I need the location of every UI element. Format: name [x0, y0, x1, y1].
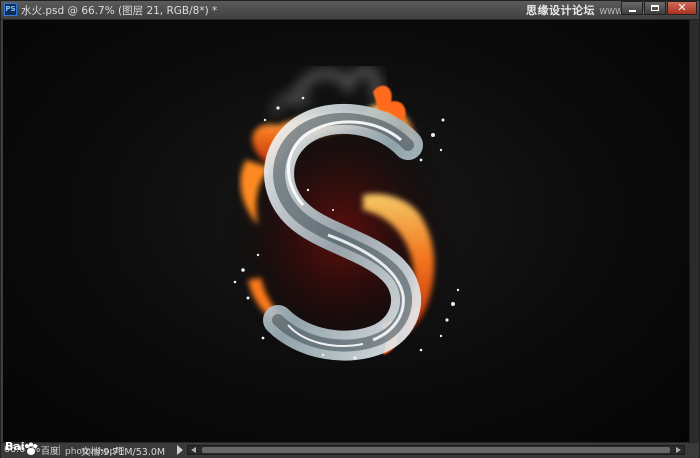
maximize-button[interactable]: [644, 1, 666, 15]
document-size-info: 文档:9.71M/53.0M: [81, 447, 166, 458]
document-title-bar[interactable]: PS 水火.psd @ 66.7% (图层 21, RGB/8*) * 思缘设计…: [1, 1, 699, 20]
window-controls: ✕: [621, 1, 697, 15]
water-fire-s-artwork: [221, 65, 461, 370]
close-button[interactable]: ✕: [667, 1, 697, 15]
horizontal-scroll-thumb[interactable]: [202, 447, 670, 453]
photoshop-document-window: PS 水火.psd @ 66.7% (图层 21, RGB/8*) * 思缘设计…: [0, 0, 700, 458]
horizontal-scrollbar[interactable]: [187, 445, 685, 455]
vertical-scrollbar[interactable]: [689, 20, 699, 442]
photoshop-app-icon: PS: [4, 3, 17, 16]
baidu-paw-icon: [25, 442, 37, 455]
minimize-icon: [629, 10, 636, 12]
baidu-suffix: 百度: [41, 447, 60, 457]
status-bar: 66.67% Bai 百度 photo.shop吧 文档:9.71M/53.0M: [1, 440, 699, 458]
document-title: 水火.psd @ 66.7% (图层 21, RGB/8*) *: [21, 5, 218, 17]
scroll-right-arrow-icon[interactable]: [676, 447, 681, 453]
document-canvas[interactable]: [3, 20, 689, 442]
close-icon: ✕: [677, 1, 687, 14]
status-separator: [59, 445, 60, 455]
minimize-button[interactable]: [621, 1, 643, 15]
baidu-logo: Bai: [5, 440, 25, 453]
maximize-icon: [651, 5, 659, 11]
status-menu-arrow-icon[interactable]: [177, 445, 183, 455]
scroll-left-arrow-icon[interactable]: [191, 447, 196, 453]
watermark-text: 思缘设计论坛: [526, 4, 595, 17]
